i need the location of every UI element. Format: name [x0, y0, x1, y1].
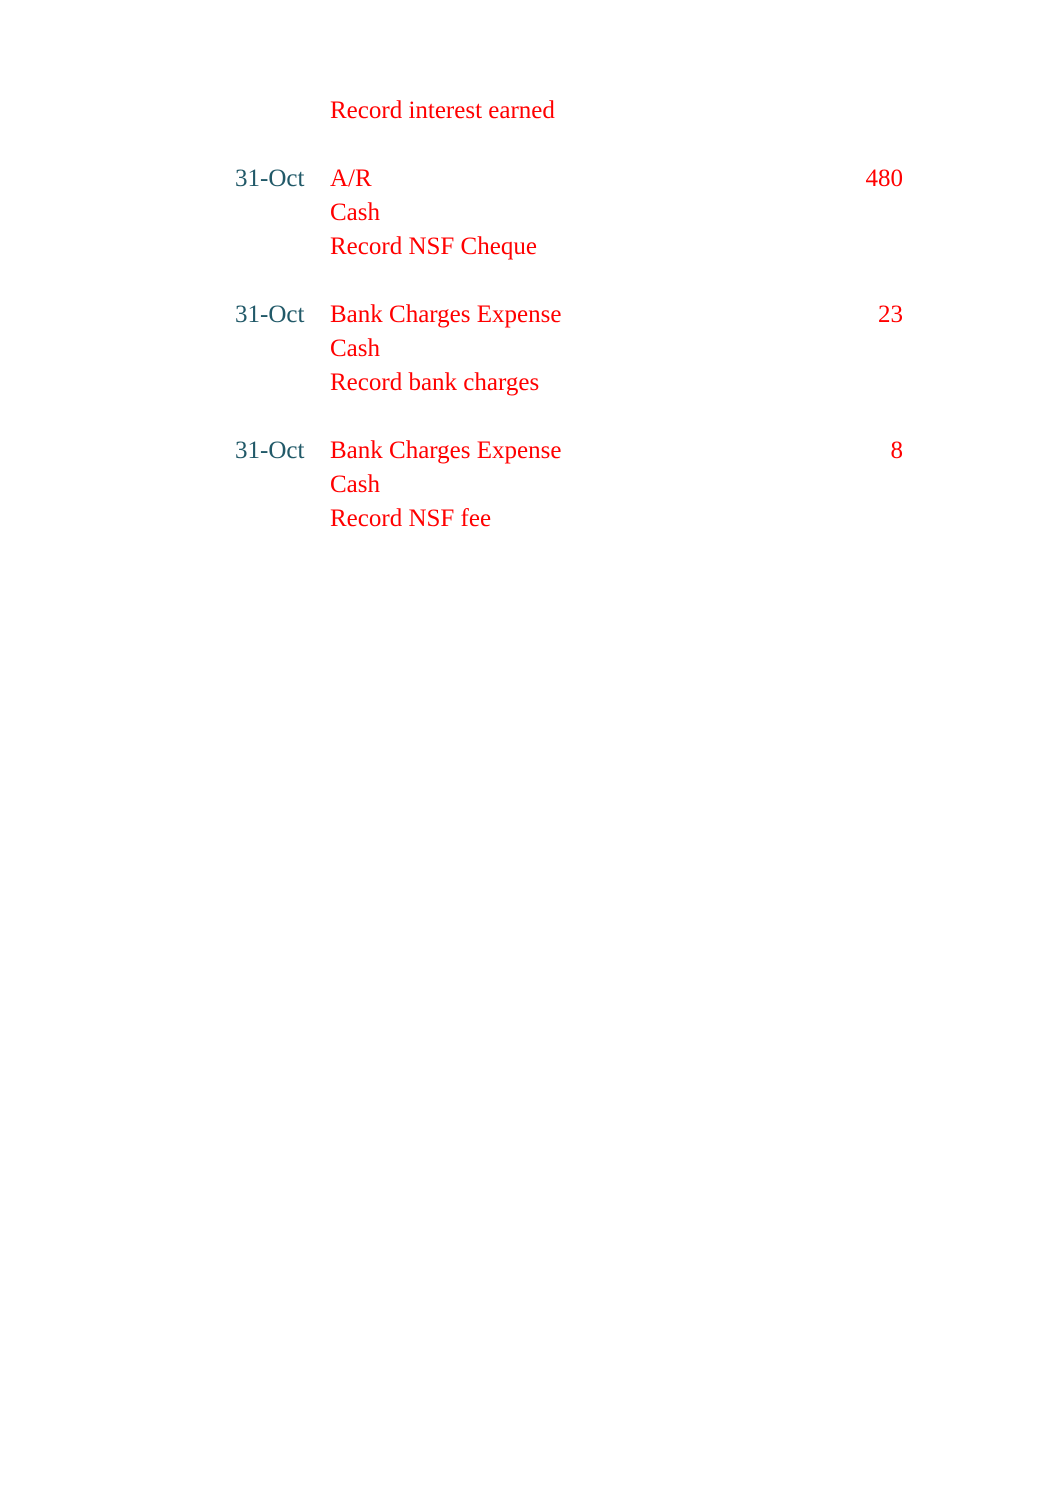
journal-row[interactable]: Cash [235, 332, 905, 366]
journal-date[interactable] [235, 332, 330, 366]
journal-row[interactable] [235, 400, 905, 434]
journal-account[interactable]: Record NSF fee [330, 502, 800, 536]
journal-amount[interactable] [800, 230, 905, 264]
journal-date[interactable]: 31-Oct [235, 162, 330, 196]
journal-row[interactable]: 31-Oct Bank Charges Expense 23 [235, 298, 905, 332]
journal-amount[interactable] [800, 400, 905, 434]
journal-account[interactable]: Cash [330, 196, 800, 230]
journal-account[interactable]: Record NSF Cheque [330, 230, 800, 264]
journal-date[interactable] [235, 468, 330, 502]
journal-amount[interactable]: 480 [800, 162, 905, 196]
journal-row[interactable]: 31-Oct Bank Charges Expense 8 [235, 434, 905, 468]
journal-account[interactable]: Bank Charges Expense [330, 434, 800, 468]
journal-amount[interactable] [800, 128, 905, 162]
journal-date[interactable] [235, 366, 330, 400]
journal-account[interactable]: Cash [330, 332, 800, 366]
journal-date[interactable] [235, 264, 330, 298]
journal-amount[interactable] [800, 502, 905, 536]
journal-account[interactable]: A/R [330, 162, 800, 196]
journal-account[interactable]: Cash [330, 468, 800, 502]
journal-amount[interactable]: 23 [800, 298, 905, 332]
journal-account[interactable] [330, 264, 800, 298]
journal-amount[interactable] [800, 264, 905, 298]
journal-account[interactable]: Record bank charges [330, 366, 800, 400]
journal-date[interactable] [235, 196, 330, 230]
journal-row[interactable] [235, 264, 905, 298]
journal-sheet: Record interest earned 31-Oct A/R 480 Ca… [0, 0, 1062, 1506]
journal-amount[interactable]: 8 [800, 434, 905, 468]
journal-row[interactable]: Record NSF fee [235, 502, 905, 536]
journal-row[interactable]: Record bank charges [235, 366, 905, 400]
journal-amount[interactable] [800, 468, 905, 502]
journal-date[interactable] [235, 94, 330, 128]
journal-date[interactable] [235, 502, 330, 536]
journal-rows: Record interest earned 31-Oct A/R 480 Ca… [235, 94, 905, 536]
journal-row[interactable]: Cash [235, 468, 905, 502]
general-journal-table: Record interest earned 31-Oct A/R 480 Ca… [235, 94, 905, 536]
journal-amount[interactable] [800, 366, 905, 400]
journal-account[interactable]: Bank Charges Expense [330, 298, 800, 332]
journal-row[interactable]: 31-Oct A/R 480 [235, 162, 905, 196]
journal-amount[interactable] [800, 94, 905, 128]
journal-account[interactable] [330, 128, 800, 162]
journal-amount[interactable] [800, 332, 905, 366]
journal-date[interactable] [235, 230, 330, 264]
journal-account[interactable] [330, 400, 800, 434]
journal-date[interactable]: 31-Oct [235, 298, 330, 332]
journal-row[interactable] [235, 128, 905, 162]
journal-row[interactable]: Record NSF Cheque [235, 230, 905, 264]
journal-date[interactable]: 31-Oct [235, 434, 330, 468]
journal-row[interactable]: Record interest earned [235, 94, 905, 128]
journal-date[interactable] [235, 400, 330, 434]
journal-date[interactable] [235, 128, 330, 162]
journal-row[interactable]: Cash [235, 196, 905, 230]
journal-amount[interactable] [800, 196, 905, 230]
journal-account[interactable]: Record interest earned [330, 94, 800, 128]
